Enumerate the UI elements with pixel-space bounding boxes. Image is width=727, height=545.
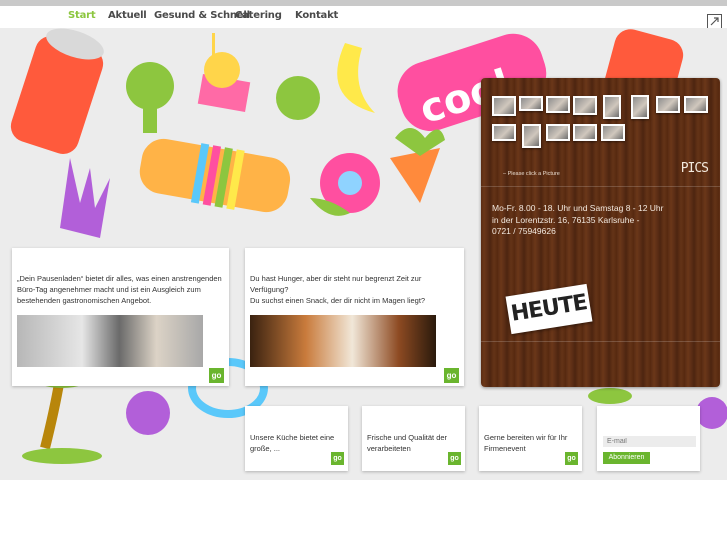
card-pausenladen-text: „Dein Pausenladen“ bietet dir alles, was…	[17, 274, 222, 305]
nav-aktuell[interactable]: Aktuell	[108, 10, 147, 21]
main-nav: Start Aktuell Gesund & Schnell Catering …	[0, 6, 727, 29]
opening-hours-line-1: Mo-Fr. 8.00 - 18. Uhr und Samstag 8 - 12…	[492, 203, 664, 213]
go-button-pausenladen[interactable]: go	[209, 368, 224, 383]
go-button-kueche[interactable]: go	[331, 452, 344, 465]
footer-space	[0, 480, 727, 545]
flower-illustration	[310, 153, 380, 216]
nav-start[interactable]: Start	[68, 10, 96, 21]
nav-catering[interactable]: Catering	[235, 10, 282, 21]
expand-icon[interactable]	[707, 14, 722, 29]
heute-sign[interactable]: HEUTE	[505, 283, 593, 335]
gallery-thumb-13[interactable]	[601, 124, 625, 141]
address-line: in der Lorentzstr. 16, 76135 Karlsruhe -	[492, 214, 640, 225]
panel-divider-1	[481, 186, 720, 187]
soda-can-illustration	[10, 28, 104, 154]
email-input[interactable]	[603, 436, 696, 447]
card-frische-text: Frische und Qualität der verarbeiteten	[367, 433, 448, 453]
cupcake-illustration	[197, 33, 251, 112]
nav-kontakt[interactable]: Kontakt	[295, 10, 338, 21]
card-hunger-text: Du hast Hunger, aber dir steht nur begre…	[250, 274, 426, 305]
gallery-thumb-10[interactable]	[522, 124, 541, 148]
card-pausenladen[interactable]: „Dein Pausenladen“ bietet dir alles, was…	[12, 248, 229, 386]
wood-info-panel: – Please click a Picture PICS Mo-Fr. 8.0…	[481, 78, 720, 387]
gallery-hint: – Please click a Picture	[503, 171, 560, 177]
gallery-thumb-5[interactable]	[603, 95, 621, 119]
go-button-frische[interactable]: go	[448, 452, 461, 465]
shop-photo	[17, 315, 203, 367]
go-button-firmenevent[interactable]: go	[565, 452, 578, 465]
card-kueche[interactable]: Unsere Küche bietet eine große, ... go	[245, 406, 348, 471]
gallery-thumb-8[interactable]	[684, 96, 708, 113]
gallery-thumb-6[interactable]	[631, 95, 649, 119]
go-button-hunger[interactable]: go	[444, 368, 459, 383]
carrot-illustration	[390, 148, 440, 203]
hand-illustration	[60, 158, 110, 238]
card-firmenevent-text: Gerne bereiten wir für Ihr Firmenevent	[484, 433, 568, 453]
gallery-thumb-2[interactable]	[519, 96, 543, 111]
gallery-thumb-12[interactable]	[573, 124, 597, 141]
card-kueche-text: Unsere Küche bietet eine große, ...	[250, 433, 335, 453]
bird-illustration	[126, 391, 170, 435]
card-frische[interactable]: Frische und Qualität der verarbeiteten g…	[362, 406, 465, 471]
phone-line: 0721 / 75949626	[492, 226, 556, 236]
panel-divider-2	[481, 341, 720, 342]
card-hunger[interactable]: Du hast Hunger, aber dir steht nur begre…	[245, 248, 464, 386]
gallery-thumb-9[interactable]	[492, 124, 516, 141]
subscribe-button[interactable]: Abonnieren	[603, 452, 650, 464]
card-firmenevent[interactable]: Gerne bereiten wir für Ihr Firmenevent g…	[479, 406, 582, 471]
gallery-thumb-1[interactable]	[492, 96, 516, 116]
gallery-thumb-3[interactable]	[546, 96, 570, 113]
gallery-thumb-4[interactable]	[573, 96, 597, 115]
tree-illustration	[126, 62, 174, 133]
apple-illustration	[276, 76, 320, 120]
snack-photo	[250, 315, 436, 367]
opening-hours: Mo-Fr. 8.00 - 18. Uhr und Samstag 8 - 12…	[492, 203, 712, 238]
newsletter-box: Abonnieren	[597, 406, 700, 471]
banana-illustration	[337, 43, 375, 113]
pics-label: PICS	[680, 161, 709, 176]
gallery-thumb-11[interactable]	[546, 124, 570, 141]
popsicle-illustration	[139, 138, 291, 213]
gallery-thumb-7[interactable]	[656, 96, 680, 113]
